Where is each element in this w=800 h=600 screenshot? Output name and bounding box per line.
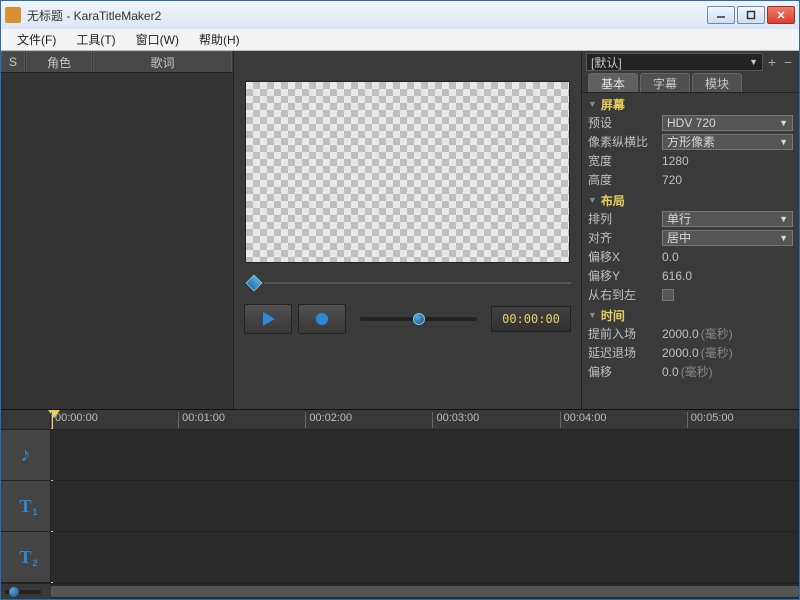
menu-tool[interactable]: 工具(T) xyxy=(66,29,125,50)
menubar: 文件(F) 工具(T) 窗口(W) 帮助(H) xyxy=(1,29,799,51)
select-align[interactable]: 居中▼ xyxy=(662,230,793,246)
track-body-t1[interactable] xyxy=(51,481,799,531)
zoom-thumb[interactable] xyxy=(9,587,19,597)
value-offset-x[interactable]: 0.0 xyxy=(662,250,793,264)
track-body-audio[interactable] xyxy=(51,430,799,480)
label-par: 像素纵横比 xyxy=(588,133,662,150)
timeline-footer xyxy=(1,583,799,599)
track-head-audio[interactable]: ♪ xyxy=(1,430,51,480)
music-note-icon: ♪ xyxy=(21,444,31,467)
app-icon xyxy=(5,7,21,23)
tab-template[interactable]: 模块 xyxy=(692,73,742,92)
label-lag: 延迟退场 xyxy=(588,344,662,361)
ruler-tick: 00:00:00 xyxy=(51,412,98,428)
transport-bar: 00:00:00 xyxy=(234,295,581,343)
playhead-marker-icon[interactable] xyxy=(246,275,263,292)
value-time-offset[interactable]: 0.0(毫秒) xyxy=(662,363,793,380)
value-lag[interactable]: 2000.0(毫秒) xyxy=(662,344,793,361)
chevron-down-icon: ▼ xyxy=(779,233,788,243)
section-layout[interactable]: 布局 xyxy=(588,191,793,209)
label-height: 高度 xyxy=(588,171,662,188)
label-preset: 预设 xyxy=(588,114,662,131)
track-audio[interactable]: ♪ xyxy=(1,430,799,481)
ruler-tick: 00:05:00 xyxy=(687,412,734,428)
label-width: 宽度 xyxy=(588,152,662,169)
value-offset-y[interactable]: 616.0 xyxy=(662,269,793,283)
left-tab-s[interactable]: S xyxy=(1,51,25,72)
ruler-tick: 00:03:00 xyxy=(432,412,479,428)
select-preset[interactable]: HDV 720▼ xyxy=(662,115,793,131)
chevron-down-icon: ▼ xyxy=(749,57,758,67)
timeline: 00:00:00 00:01:00 00:02:00 00:03:00 00:0… xyxy=(1,409,799,599)
preview-canvas[interactable] xyxy=(245,81,570,263)
tab-subtitle[interactable]: 字幕 xyxy=(640,73,690,92)
properties-panel: [默认] ▼ + − 基本 字幕 模块 屏幕 预设 xyxy=(581,51,799,409)
maximize-button[interactable] xyxy=(737,6,765,24)
remove-preset-button[interactable]: − xyxy=(781,55,795,69)
label-arrange: 排列 xyxy=(588,210,662,227)
ruler-tick: 00:01:00 xyxy=(178,412,225,428)
checkbox-rtl[interactable] xyxy=(662,289,674,301)
timecode-display: 00:00:00 xyxy=(491,306,571,332)
select-arrange[interactable]: 单行▼ xyxy=(662,211,793,227)
play-button[interactable] xyxy=(244,304,292,334)
track-text-1[interactable]: T1 xyxy=(1,481,799,532)
section-screen[interactable]: 屏幕 xyxy=(588,95,793,113)
scrub-thumb[interactable] xyxy=(413,313,425,325)
tracks: ♪ T1 T2 xyxy=(1,430,799,583)
left-tab-lyric[interactable]: 歌词 xyxy=(93,51,232,72)
titlebar[interactable]: 无标题 - KaraTitleMaker2 xyxy=(1,1,799,29)
ruler-tick: 00:04:00 xyxy=(560,412,607,428)
playhead-row[interactable] xyxy=(234,271,581,295)
text-track-icon: T1 xyxy=(19,496,31,517)
text-track-icon: T2 xyxy=(19,547,31,568)
chevron-down-icon: ▼ xyxy=(779,137,788,147)
center-panel: 00:00:00 xyxy=(234,51,581,409)
playhead-track[interactable] xyxy=(264,282,571,284)
track-head-t2[interactable]: T2 xyxy=(1,532,51,582)
label-align: 对齐 xyxy=(588,229,662,246)
tab-basic[interactable]: 基本 xyxy=(588,73,638,92)
label-lead: 提前入场 xyxy=(588,325,662,342)
track-text-2[interactable]: T2 xyxy=(1,532,799,583)
label-time-offset: 偏移 xyxy=(588,363,662,380)
left-tab-role[interactable]: 角色 xyxy=(26,51,92,72)
label-offset-x: 偏移X xyxy=(588,248,662,265)
value-lead[interactable]: 2000.0(毫秒) xyxy=(662,325,793,342)
menu-window[interactable]: 窗口(W) xyxy=(126,29,189,50)
label-rtl: 从右到左 xyxy=(588,286,662,303)
zoom-slider[interactable] xyxy=(5,590,41,594)
timeline-ruler[interactable]: 00:00:00 00:01:00 00:02:00 00:03:00 00:0… xyxy=(1,410,799,430)
left-panel-body xyxy=(1,73,233,409)
scrub-slider[interactable] xyxy=(360,317,477,321)
record-button[interactable] xyxy=(298,304,346,334)
label-offset-y: 偏移Y xyxy=(588,267,662,284)
add-preset-button[interactable]: + xyxy=(765,55,779,69)
chevron-down-icon: ▼ xyxy=(779,214,788,224)
value-height[interactable]: 720 xyxy=(662,173,793,187)
chevron-down-icon: ▼ xyxy=(779,118,788,128)
app-window: 无标题 - KaraTitleMaker2 文件(F) 工具(T) 窗口(W) … xyxy=(0,0,800,600)
properties-body: 屏幕 预设 HDV 720▼ 像素纵横比 方形像素▼ 宽度 1280 xyxy=(582,93,799,409)
section-time[interactable]: 时间 xyxy=(588,306,793,324)
value-width[interactable]: 1280 xyxy=(662,154,793,168)
workspace: S 角色 歌词 xyxy=(1,51,799,599)
hscroll-thumb[interactable] xyxy=(51,586,799,597)
menu-file[interactable]: 文件(F) xyxy=(7,29,66,50)
minimize-button[interactable] xyxy=(707,6,735,24)
select-par[interactable]: 方形像素▼ xyxy=(662,134,793,150)
preset-selected: [默认] xyxy=(591,54,622,71)
timeline-hscrollbar[interactable] xyxy=(51,584,799,599)
ruler-tick: 00:02:00 xyxy=(305,412,352,428)
window-title: 无标题 - KaraTitleMaker2 xyxy=(27,7,707,24)
left-panel: S 角色 歌词 xyxy=(1,51,234,409)
track-body-t2[interactable] xyxy=(51,532,799,582)
preset-select[interactable]: [默认] ▼ xyxy=(586,53,763,71)
track-head-t1[interactable]: T1 xyxy=(1,481,51,531)
menu-help[interactable]: 帮助(H) xyxy=(189,29,250,50)
close-button[interactable] xyxy=(767,6,795,24)
